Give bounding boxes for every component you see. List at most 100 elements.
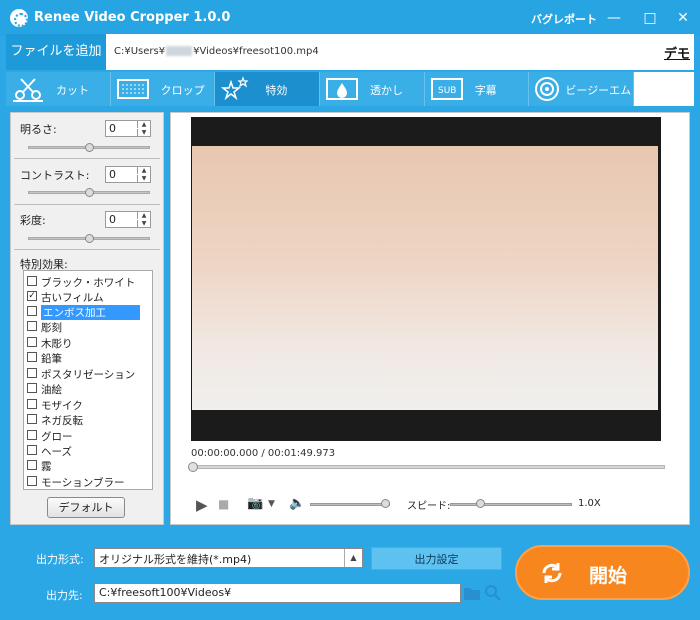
effect-item[interactable]: 木彫り (24, 335, 152, 350)
spin-up-icon[interactable]: ▲ (137, 212, 150, 219)
effect-label: 鉛筆 (41, 353, 62, 365)
checkbox[interactable] (27, 276, 37, 286)
seek-thumb[interactable] (188, 462, 198, 472)
tab-effects[interactable]: 特効 (215, 72, 321, 106)
tab-bar: カット クロップ 特効 透かし SUB 字幕 ビージーエム (6, 72, 635, 106)
checkbox[interactable] (27, 352, 37, 362)
stop-icon[interactable]: ■ (218, 497, 229, 511)
effect-label: エンボス加工 (41, 305, 140, 320)
file-path-prefix: C:¥Users¥ (114, 46, 166, 57)
add-file-button[interactable]: ファイルを追加 (6, 34, 106, 70)
scissors-icon (13, 78, 43, 102)
checkbox[interactable] (27, 399, 37, 409)
effects-list: ブラック・ホワイト ✓ 古いフィルム エンボス加工 彫刻 木彫り 鉛筆 ポスタリゼ… (23, 270, 153, 490)
output-destination-label: 出力先: (46, 589, 83, 602)
chevron-down-icon[interactable]: ▼ (268, 499, 275, 509)
effect-item[interactable]: 霧 (24, 458, 152, 473)
checkbox-checked[interactable]: ✓ (27, 291, 37, 301)
tab-label: 特効 (265, 84, 288, 97)
effect-item[interactable]: グロー (24, 428, 152, 443)
effect-item-selected[interactable]: エンボス加工 (24, 304, 152, 320)
effect-item[interactable]: 彫刻 (24, 319, 152, 334)
checkbox[interactable] (27, 414, 37, 424)
effect-item[interactable]: ヘーズ (24, 443, 152, 458)
effect-item[interactable]: 鉛筆 (24, 350, 152, 365)
effect-item[interactable]: モーションブラー (24, 474, 152, 489)
contrast-value: 0 (109, 168, 116, 181)
effect-item[interactable]: ポスタリゼーション (24, 366, 152, 381)
checkbox[interactable] (27, 368, 37, 378)
effect-item[interactable]: モザイク (24, 397, 152, 412)
effect-item[interactable]: ブラック・ホワイト (24, 274, 152, 289)
seek-bar[interactable] (191, 465, 665, 469)
search-icon[interactable] (484, 584, 502, 602)
effect-item[interactable]: 油絵 (24, 381, 152, 396)
tab-bgm[interactable]: ビージーエム (529, 72, 635, 106)
checkbox[interactable] (27, 383, 37, 393)
checkbox[interactable] (27, 460, 37, 470)
spin-up-icon[interactable]: ▲ (137, 121, 150, 128)
start-label: 開始 (589, 565, 628, 587)
saturation-value: 0 (109, 213, 116, 226)
output-destination-value: C:¥freesoft100¥Videos¥ (99, 586, 232, 599)
tab-label: カット (56, 84, 89, 97)
chevron-up-icon[interactable]: ▲ (344, 549, 362, 567)
brightness-label: 明るさ: (20, 123, 57, 136)
output-destination-field[interactable]: C:¥freesoft100¥Videos¥ (94, 583, 461, 603)
speed-label: スピード: (407, 501, 451, 512)
speed-slider-thumb[interactable] (475, 499, 485, 508)
tab-label: 字幕 (474, 84, 497, 97)
close-button[interactable]: ✕ (673, 8, 693, 28)
effect-label: グロー (41, 431, 73, 443)
output-format-select[interactable]: オリジナル形式を維持(*.mp4) ▲ (94, 548, 363, 568)
checkbox[interactable] (27, 337, 37, 347)
effect-item[interactable]: ✓ 古いフィルム (24, 289, 152, 304)
volume-slider-thumb[interactable] (381, 499, 390, 508)
checkbox[interactable] (27, 476, 37, 486)
maximize-button[interactable]: □ (640, 8, 660, 28)
play-icon[interactable]: ▶ (196, 496, 208, 514)
app-title: Renee Video Cropper 1.0.0 (34, 10, 231, 25)
spin-down-icon[interactable]: ▼ (137, 129, 150, 136)
tab-subtitle[interactable]: SUB 字幕 (424, 72, 530, 106)
speed-slider[interactable] (450, 503, 572, 506)
output-format-value: オリジナル形式を維持(*.mp4) (99, 553, 252, 566)
volume-slider[interactable] (310, 503, 390, 506)
tab-crop[interactable]: クロップ (110, 72, 216, 106)
tab-watermark[interactable]: 透かし (320, 72, 425, 106)
bug-report-link[interactable]: バグレポート (531, 11, 597, 27)
spin-up-icon[interactable]: ▲ (137, 167, 150, 174)
effect-label: 彫刻 (41, 322, 62, 334)
effect-item[interactable]: ネガ反転 (24, 412, 152, 427)
spin-down-icon[interactable]: ▼ (137, 175, 150, 182)
checkbox[interactable] (27, 430, 37, 440)
camera-icon[interactable]: 📷 (247, 496, 263, 511)
spin-down-icon[interactable]: ▼ (137, 220, 150, 227)
tab-cut[interactable]: カット (6, 72, 111, 106)
demo-link[interactable]: デモ (664, 43, 690, 62)
tab-label: ビージーエム (565, 84, 632, 97)
contrast-spinner[interactable]: 0 ▲ ▼ (105, 166, 151, 183)
checkbox[interactable] (27, 321, 37, 331)
checkbox[interactable] (27, 445, 37, 455)
divider (14, 204, 160, 205)
volume-icon[interactable]: 🔈 (289, 496, 305, 511)
music-icon (535, 77, 560, 101)
default-button[interactable]: デフォルト (47, 497, 125, 518)
saturation-spinner[interactable]: 0 ▲ ▼ (105, 211, 151, 228)
effect-label: 木彫り (41, 338, 73, 350)
checkbox[interactable] (27, 306, 37, 316)
tab-label: 透かし (370, 84, 404, 97)
brightness-spinner[interactable]: 0 ▲ ▼ (105, 120, 151, 137)
effect-label: ポスタリゼーション (41, 369, 136, 381)
minimize-button[interactable]: — (604, 8, 624, 28)
timecode: 00:00:00.000 / 00:01:49.973 (191, 448, 336, 459)
start-button[interactable]: 開始 (515, 545, 690, 600)
stars-icon (221, 76, 249, 101)
contrast-slider-thumb[interactable] (85, 188, 94, 197)
brightness-slider-thumb[interactable] (85, 143, 94, 152)
saturation-slider-thumb[interactable] (85, 234, 94, 243)
output-settings-button[interactable]: 出力設定 (371, 547, 502, 570)
folder-icon[interactable] (463, 585, 481, 601)
refresh-icon (542, 563, 562, 583)
